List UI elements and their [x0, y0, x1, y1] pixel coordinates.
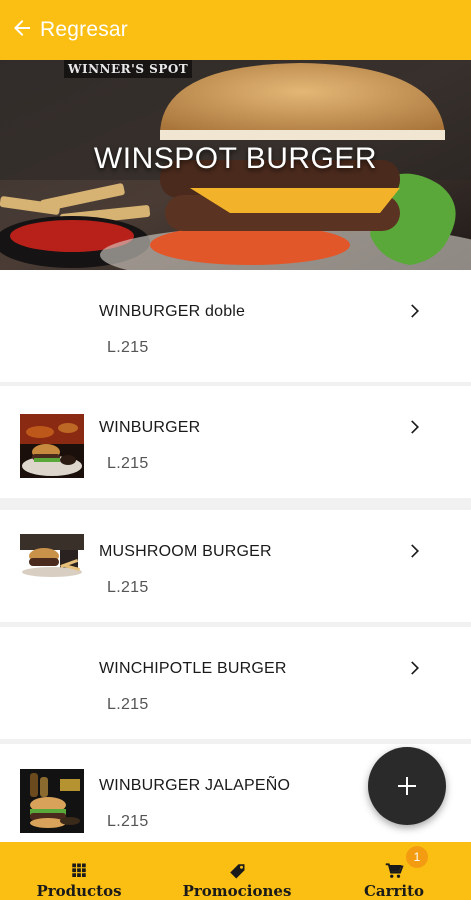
- product-name: WINBURGER JALAPEÑO: [99, 777, 291, 794]
- cart-count-badge: 1: [406, 846, 428, 868]
- nav-label: Promociones: [182, 882, 292, 900]
- product-price: L.215: [107, 696, 149, 713]
- product-item-winburger-doble[interactable]: WINBURGER doble L.215: [0, 270, 471, 382]
- product-item-winchipotle-burger[interactable]: WINCHIPOTLE BURGER L.215: [0, 627, 471, 739]
- brand-logo: WINNER'S SPOT: [64, 60, 193, 78]
- chevron-right-icon: [411, 544, 419, 558]
- product-item-mushroom-burger[interactable]: MUSHROOM BURGER L.215: [0, 510, 471, 622]
- chevron-right-icon: [411, 420, 419, 434]
- nav-label: Carrito: [363, 882, 425, 900]
- product-thumbnail: [20, 534, 84, 598]
- product-name: WINCHIPOTLE BURGER: [99, 660, 287, 677]
- chevron-right-icon: [411, 661, 419, 675]
- category-title: WINSPOT BURGER: [93, 142, 378, 175]
- grid-icon: [72, 863, 86, 877]
- product-item-winburger[interactable]: WINBURGER L.215: [0, 386, 471, 498]
- arrow-left-icon: [10, 16, 34, 45]
- chevron-right-icon: [411, 304, 419, 318]
- add-button[interactable]: [368, 747, 446, 825]
- app-screen: Regresar WINNER'S SPOT WINSPOT BURGER WI…: [0, 0, 471, 900]
- tag-icon: [230, 864, 245, 879]
- bottom-navigation: Productos Promociones Carrito: [0, 842, 471, 900]
- nav-item-productos[interactable]: Productos: [30, 842, 128, 900]
- top-bar: Regresar: [0, 0, 471, 60]
- product-price: L.215: [107, 579, 149, 596]
- product-price: L.215: [107, 339, 149, 356]
- plus-icon: [398, 777, 416, 795]
- product-price: L.215: [107, 455, 149, 472]
- category-banner: WINNER'S SPOT WINSPOT BURGER: [0, 60, 471, 270]
- nav-item-promociones[interactable]: Promociones: [178, 842, 296, 900]
- product-thumbnail: [20, 769, 84, 833]
- back-label: Regresar: [40, 18, 128, 41]
- product-name: WINBURGER: [99, 419, 201, 436]
- cart-icon: [385, 863, 404, 878]
- product-price: L.215: [107, 813, 149, 830]
- back-button[interactable]: Regresar: [10, 16, 128, 45]
- nav-label: Productos: [36, 882, 122, 900]
- product-thumbnail: [20, 414, 84, 478]
- product-name: MUSHROOM BURGER: [99, 543, 272, 560]
- product-name: WINBURGER doble: [99, 303, 246, 320]
